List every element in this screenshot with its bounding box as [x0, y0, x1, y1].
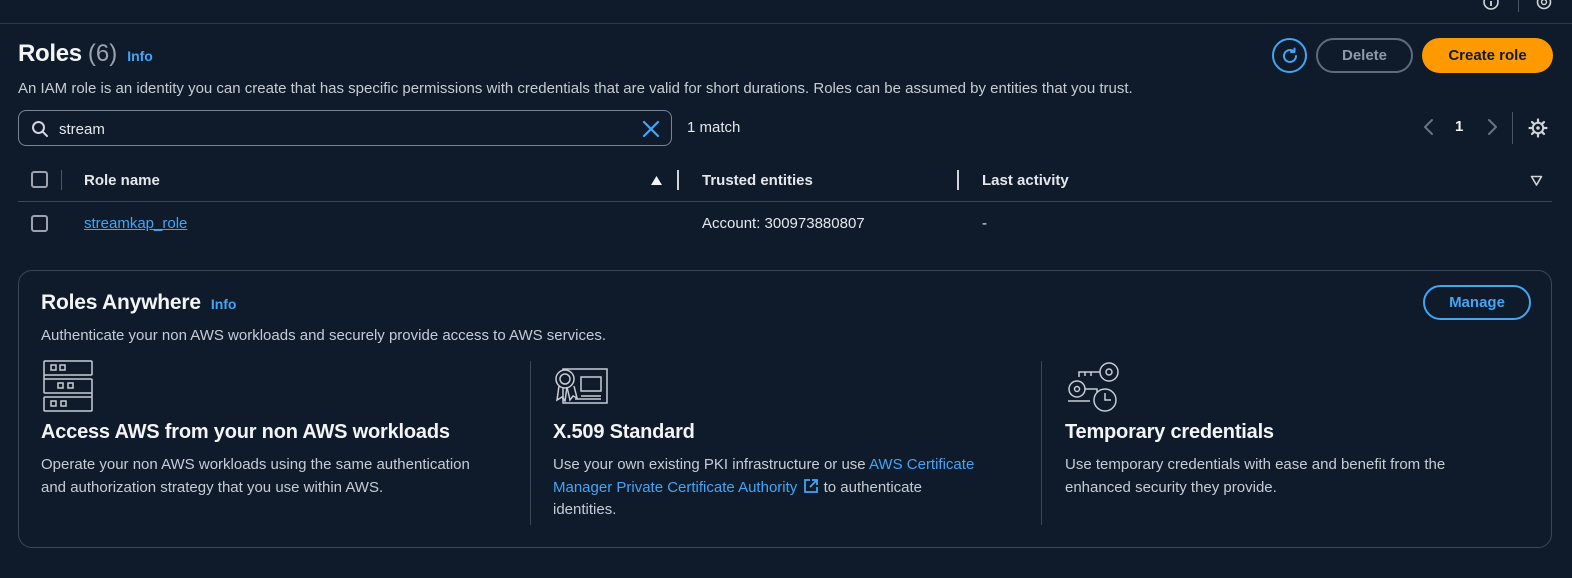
settings-icon[interactable] [1536, 0, 1552, 10]
external-link-icon[interactable] [803, 478, 819, 494]
search-input[interactable] [59, 117, 639, 141]
feature-description: Use your own existing PKI infrastructure… [553, 454, 1023, 522]
select-all-checkbox[interactable] [31, 171, 48, 188]
refresh-button[interactable] [1272, 38, 1307, 73]
feature-description: Operate your non AWS workloads using the… [41, 454, 511, 499]
next-page-icon[interactable] [1485, 118, 1499, 136]
manage-button[interactable]: Manage [1423, 285, 1531, 320]
refresh-icon [1282, 47, 1297, 63]
feature-desc-line: enhanced security they provide. [1065, 478, 1277, 496]
roles-anywhere-info-link[interactable]: Info [211, 296, 237, 312]
roles-anywhere-header: Roles Anywhere Info [41, 291, 236, 315]
server-rack-icon [41, 359, 511, 415]
feature-desc-text: Use your own existing PKI infrastructure… [553, 456, 869, 473]
top-bar-divider [1518, 0, 1519, 12]
clear-search-icon[interactable] [641, 119, 661, 139]
page-header: Roles (6) Info [18, 40, 153, 68]
role-name-link[interactable]: streamkap_role [84, 215, 187, 232]
feature-description: Use temporary credentials with ease and … [1065, 454, 1535, 499]
feature-x509-standard: X.509 Standard Use your own existing PKI… [553, 359, 1023, 522]
feature-divider [530, 361, 531, 525]
column-header-role-name[interactable]: Role name [84, 172, 160, 189]
table-row-last-activity: - [982, 215, 987, 232]
acm-pca-link[interactable]: AWS Certificate [869, 456, 974, 473]
sort-descending-icon[interactable] [1530, 175, 1543, 186]
column-divider [61, 170, 62, 190]
table-header-divider [18, 201, 1552, 202]
previous-page-icon[interactable] [1422, 118, 1436, 136]
acm-pca-link[interactable]: Manager Private Certificate Authority [553, 479, 797, 496]
keys-clock-icon [1065, 359, 1535, 415]
certificate-icon [553, 359, 1023, 415]
feature-non-aws-workloads: Access AWS from your non AWS workloads O… [41, 359, 511, 499]
column-resizer[interactable] [957, 170, 959, 190]
feature-desc-line: and authorization strategy that you use … [41, 478, 384, 496]
delete-button[interactable]: Delete [1316, 38, 1413, 73]
search-icon [32, 121, 48, 137]
page-description: An IAM role is an identity you can creat… [18, 80, 1133, 97]
feature-title: X.509 Standard [553, 421, 695, 443]
feature-desc-text: to authenticate [819, 478, 923, 496]
feature-desc-line: Use temporary credentials with ease and … [1065, 456, 1446, 473]
feature-title: Access AWS from your non AWS workloads [41, 421, 450, 443]
column-resizer[interactable] [677, 170, 679, 190]
feature-desc-line: Operate your non AWS workloads using the… [41, 456, 470, 473]
role-count: (6) [87, 40, 118, 67]
row-checkbox[interactable] [31, 215, 48, 232]
current-page[interactable]: 1 [1455, 118, 1463, 135]
create-role-button[interactable]: Create role [1422, 38, 1553, 73]
table-settings-icon[interactable] [1528, 118, 1548, 138]
sort-ascending-icon[interactable] [650, 175, 663, 186]
column-header-last-activity[interactable]: Last activity [982, 172, 1069, 189]
info-circle-icon[interactable] [1483, 0, 1499, 10]
feature-title: Temporary credentials [1065, 421, 1274, 443]
feature-temporary-credentials: Temporary credentials Use temporary cred… [1065, 359, 1535, 499]
roles-anywhere-title: Roles Anywhere [41, 291, 201, 314]
search-box[interactable] [18, 110, 672, 146]
table-row-trusted-entities: Account: 300973880807 [702, 215, 865, 232]
roles-anywhere-description: Authenticate your non AWS workloads and … [41, 327, 606, 344]
feature-divider [1041, 361, 1042, 525]
info-link[interactable]: Info [127, 48, 153, 64]
feature-desc-text: identities. [553, 501, 617, 518]
page-title: Roles [18, 40, 82, 67]
pager-divider [1512, 112, 1513, 144]
roles-anywhere-panel: Roles Anywhere Info Authenticate your no… [18, 270, 1552, 548]
top-bar [0, 0, 1572, 24]
table-row-role-name: streamkap_role [84, 215, 187, 232]
column-header-trusted-entities[interactable]: Trusted entities [702, 172, 813, 189]
match-count: 1 match [687, 119, 741, 136]
